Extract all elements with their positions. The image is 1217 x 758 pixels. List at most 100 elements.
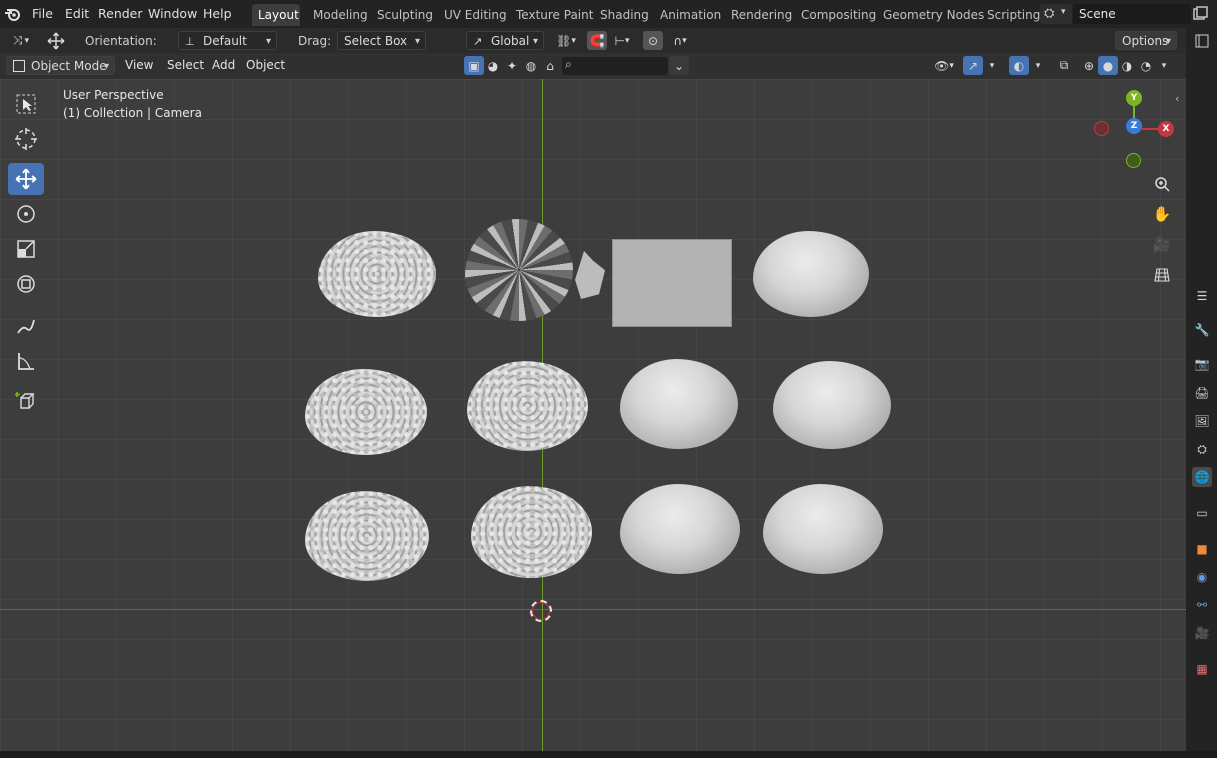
annotate-tool-icon[interactable] <box>8 310 44 342</box>
rock-object[interactable] <box>305 369 427 455</box>
orientation-dropdown[interactable]: ⊥ Default ▾ <box>178 31 277 50</box>
editor-type-icon[interactable] <box>1192 31 1212 51</box>
tool-properties-icon[interactable]: 🔧 <box>1192 320 1212 340</box>
tab-compositing[interactable]: Compositing <box>795 4 882 26</box>
gizmo-x-icon[interactable]: X <box>1158 121 1174 137</box>
scale-tool-icon[interactable] <box>8 233 44 265</box>
material-preview-icon[interactable]: ◑ <box>1117 56 1137 75</box>
tab-modeling[interactable]: Modeling <box>307 4 374 26</box>
constraints-icon[interactable]: ⚯ <box>1192 595 1212 615</box>
gizmo-toggle-icon[interactable]: ↗ <box>963 56 983 75</box>
object-data-camera-icon[interactable]: 🎥 <box>1192 623 1212 643</box>
transform-orientation-dropdown[interactable]: ↗ Global ▾ <box>466 31 544 50</box>
menu-help[interactable]: Help <box>203 6 232 21</box>
chevron-down-icon[interactable]: ▾ <box>985 56 999 75</box>
snap-icon[interactable]: 🧲 <box>587 31 607 50</box>
plane-object[interactable] <box>612 239 732 327</box>
tab-layout[interactable]: Layout <box>252 4 300 26</box>
rock-object-dark[interactable] <box>465 219 573 321</box>
tab-texture-paint[interactable]: Texture Paint <box>510 4 599 26</box>
tab-sculpting[interactable]: Sculpting <box>371 4 439 26</box>
move-tool-icon[interactable] <box>8 163 44 195</box>
blender-logo-icon[interactable] <box>4 6 22 25</box>
3d-viewport[interactable]: User Perspective (1) Collection | Camera… <box>0 79 1186 751</box>
menu-window[interactable]: Window <box>148 6 197 21</box>
collection-properties-icon[interactable]: ▭ <box>1192 503 1212 523</box>
brush-icon[interactable]: ⌂ <box>540 56 560 75</box>
fragment-object[interactable] <box>575 251 605 299</box>
object-menu[interactable]: Object <box>241 56 290 75</box>
wireframe-shading-icon[interactable]: ⊕ <box>1079 56 1099 75</box>
add-cube-tool-icon[interactable] <box>8 385 44 417</box>
3d-cursor-icon[interactable] <box>530 600 552 622</box>
falloff-icon[interactable]: ∩ ▾ <box>665 31 695 50</box>
zoom-icon[interactable] <box>1151 173 1173 195</box>
scene-properties-icon[interactable]: ⛭ <box>1192 439 1212 459</box>
select-box-tool-icon[interactable] <box>8 88 44 120</box>
texture-properties-icon[interactable]: ▦ <box>1192 659 1212 679</box>
material-icon[interactable]: ✦ <box>502 56 522 75</box>
chevron-down-icon[interactable]: ▾ <box>1156 56 1172 75</box>
navigation-gizmo[interactable]: Y Z X <box>1090 87 1180 173</box>
object-properties-icon[interactable]: ■ <box>1192 539 1212 559</box>
gizmo-y-icon[interactable]: Y <box>1126 90 1142 106</box>
gizmo-neg-x-icon[interactable] <box>1094 121 1109 136</box>
rotate-tool-icon[interactable] <box>8 198 44 230</box>
rock-object[interactable] <box>753 231 869 317</box>
physics-properties-icon[interactable]: ◉ <box>1192 567 1212 587</box>
new-scene-icon[interactable] <box>1193 6 1208 24</box>
gizmo-neg-y-icon[interactable] <box>1126 153 1141 168</box>
proportional-edit-icon[interactable]: ⊙ <box>643 31 663 50</box>
shading-solid-icon[interactable]: ◕ <box>483 56 503 75</box>
rock-object[interactable] <box>773 361 891 449</box>
tab-rendering[interactable]: Rendering <box>725 4 798 26</box>
rock-object[interactable] <box>620 484 740 574</box>
perspective-toggle-icon[interactable] <box>1151 264 1173 286</box>
snap-target-icon[interactable]: ⊢ ▾ <box>607 31 637 50</box>
measure-tool-icon[interactable] <box>8 345 44 377</box>
cursor-tool-icon[interactable] <box>8 123 44 155</box>
transform-tool-icon[interactable] <box>8 268 44 300</box>
camera-view-icon[interactable]: 🎥 <box>1151 234 1173 256</box>
rendered-shading-icon[interactable]: ◔ <box>1136 56 1156 75</box>
render-properties-icon[interactable]: 📷 <box>1192 354 1212 374</box>
xray-icon[interactable]: ⧉ <box>1054 56 1074 75</box>
view-layer-icon[interactable]: 🖼 <box>1192 411 1212 431</box>
overlays-icon[interactable]: ◐ <box>1009 56 1029 75</box>
chevron-down-icon[interactable]: ▾ <box>1031 56 1045 75</box>
options-dropdown[interactable]: Options ▾ <box>1115 31 1177 50</box>
menu-edit[interactable]: Edit <box>65 6 89 21</box>
outliner-toggle-icon[interactable]: ☰ <box>1192 286 1212 306</box>
transform-pivot-icon[interactable]: ⤨ ▾ <box>6 31 36 50</box>
mode-dropdown[interactable]: Object Mode ▾ <box>6 56 115 75</box>
select-mode-icon[interactable]: ▣ <box>464 56 484 75</box>
rock-object[interactable] <box>620 359 738 449</box>
chevron-down-icon[interactable]: ⌄ <box>669 56 689 75</box>
world-properties-icon[interactable]: 🌐 <box>1192 467 1212 487</box>
add-menu[interactable]: Add <box>207 56 240 75</box>
rock-object[interactable] <box>763 484 883 574</box>
tab-shading[interactable]: Shading <box>594 4 655 26</box>
menu-file[interactable]: File <box>32 6 53 21</box>
menu-render[interactable]: Render <box>98 6 143 21</box>
viewport-search-input[interactable]: ⌕ <box>562 57 668 75</box>
rock-object[interactable] <box>318 231 436 317</box>
tab-scripting[interactable]: Scripting <box>981 4 1046 26</box>
pivot-point-icon[interactable]: ⛓ ▾ <box>551 31 581 50</box>
tab-animation[interactable]: Animation <box>654 4 727 26</box>
texture-icon[interactable]: ◍ <box>521 56 541 75</box>
tab-geometry-nodes[interactable]: Geometry Nodes <box>877 4 990 26</box>
scene-name-field[interactable]: Scene <box>1073 4 1191 24</box>
tab-uv-editing[interactable]: UV Editing <box>438 4 513 26</box>
rock-object[interactable] <box>471 486 592 578</box>
pan-hand-icon[interactable]: ✋ <box>1151 203 1173 225</box>
drag-dropdown[interactable]: Select Box ▾ <box>337 31 426 50</box>
view-menu[interactable]: View <box>120 56 158 75</box>
rock-object[interactable] <box>305 491 429 581</box>
sidebar-toggle-icon[interactable]: ‹ <box>1175 92 1179 105</box>
visibility-icon[interactable]: 👁 ▾ <box>929 56 959 75</box>
output-properties-icon[interactable]: 🖨 <box>1192 383 1212 403</box>
select-menu[interactable]: Select <box>162 56 209 75</box>
gizmo-z-icon[interactable]: Z <box>1126 118 1142 134</box>
rock-object[interactable] <box>467 361 588 451</box>
